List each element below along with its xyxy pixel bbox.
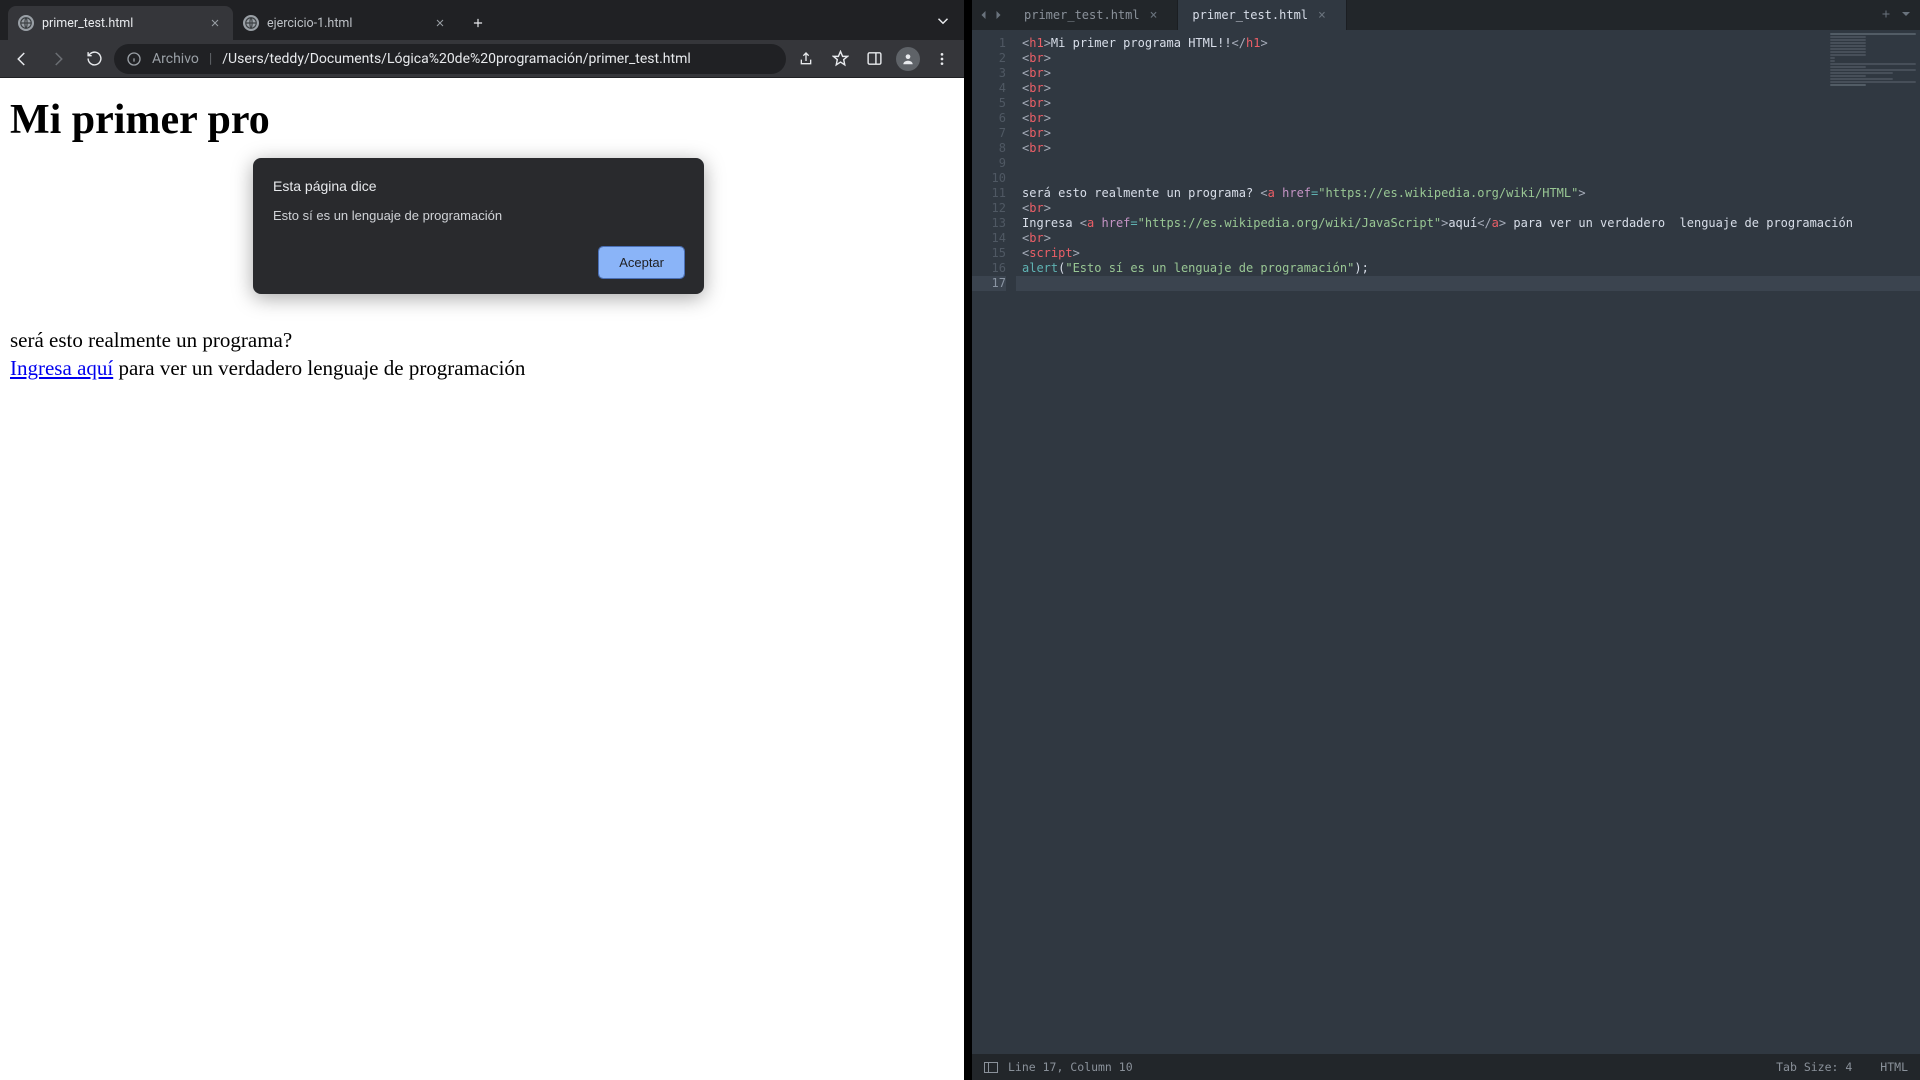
- page-heading: Mi primer pro: [10, 96, 954, 144]
- close-icon[interactable]: ×: [1318, 8, 1326, 23]
- window-splitter[interactable]: [964, 0, 972, 1080]
- menu-button[interactable]: [926, 43, 958, 75]
- dialog-title: Esta página dice: [273, 178, 684, 194]
- url-scheme: Archivo: [152, 51, 199, 67]
- editor-tab-active[interactable]: primer_test.html ×: [1178, 0, 1346, 30]
- editor-statusbar: Line 17, Column 10 Tab Size: 4 HTML: [972, 1054, 1920, 1080]
- wiki-link[interactable]: Ingresa aquí: [10, 356, 113, 380]
- editor-window: primer_test.html × primer_test.html × 12…: [972, 0, 1920, 1080]
- url-separator: |: [209, 51, 212, 67]
- editor-tab-title: primer_test.html: [1024, 8, 1140, 22]
- browser-tabstrip: primer_test.html ejercicio-1.html: [0, 0, 964, 40]
- tabs-dropdown-icon[interactable]: [934, 12, 952, 34]
- browser-tab-title: primer_test.html: [42, 16, 199, 31]
- browser-window: primer_test.html ejercicio-1.html: [0, 0, 964, 1080]
- editor-tab[interactable]: primer_test.html ×: [1010, 0, 1178, 30]
- share-button[interactable]: [790, 43, 822, 75]
- url-path: /Users/teddy/Documents/Lógica%20de%20pro…: [222, 51, 690, 67]
- language-indicator[interactable]: HTML: [1880, 1060, 1908, 1074]
- code-area[interactable]: <h1>Mi primer programa HTML!!</h1><br><b…: [1016, 30, 1920, 1054]
- globe-icon: [243, 15, 259, 31]
- rendered-page: Mi primer pro será esto realmente un pro…: [0, 78, 964, 1080]
- avatar-icon: [896, 47, 920, 71]
- browser-tab-inactive[interactable]: ejercicio-1.html: [233, 6, 458, 40]
- reload-button[interactable]: [78, 43, 110, 75]
- cursor-position[interactable]: Line 17, Column 10: [1008, 1060, 1133, 1074]
- tab-history-back-icon[interactable]: [978, 9, 990, 21]
- editor-tabstrip: primer_test.html × primer_test.html ×: [972, 0, 1920, 30]
- forward-button[interactable]: [42, 43, 74, 75]
- tab-menu-icon[interactable]: [1900, 8, 1912, 23]
- close-icon[interactable]: [432, 15, 448, 31]
- browser-tab-title: ejercicio-1.html: [267, 16, 424, 31]
- bookmark-button[interactable]: [824, 43, 856, 75]
- close-icon[interactable]: ×: [1150, 8, 1158, 23]
- tab-history-forward-icon[interactable]: [992, 9, 1004, 21]
- editor-tab-title: primer_test.html: [1192, 8, 1308, 22]
- sidebar-toggle-icon[interactable]: [984, 1062, 998, 1073]
- globe-icon: [18, 15, 34, 31]
- browser-toolbar: Archivo | /Users/teddy/Documents/Lógica%…: [0, 40, 964, 78]
- tab-size-indicator[interactable]: Tab Size: 4: [1776, 1060, 1852, 1074]
- line-number-gutter: 1234567891011121314151617: [972, 30, 1016, 1054]
- new-file-icon[interactable]: [1880, 8, 1892, 23]
- page-text-line: Ingresa aquí para ver un verdadero lengu…: [10, 354, 954, 382]
- back-button[interactable]: [6, 43, 38, 75]
- side-panel-button[interactable]: [858, 43, 890, 75]
- minimap[interactable]: [1826, 32, 1916, 112]
- dialog-message: Esto sí es un lenguaje de programación: [273, 208, 684, 223]
- address-bar[interactable]: Archivo | /Users/teddy/Documents/Lógica%…: [114, 44, 786, 74]
- alert-dialog: Esta página dice Esto sí es un lenguaje …: [253, 158, 704, 294]
- site-info-icon[interactable]: [126, 51, 142, 67]
- close-icon[interactable]: [207, 15, 223, 31]
- profile-button[interactable]: [892, 43, 924, 75]
- browser-tab-active[interactable]: primer_test.html: [8, 6, 233, 40]
- dialog-ok-button[interactable]: Aceptar: [599, 247, 684, 278]
- page-text-line: será esto realmente un programa?: [10, 326, 954, 354]
- new-tab-button[interactable]: [464, 9, 492, 37]
